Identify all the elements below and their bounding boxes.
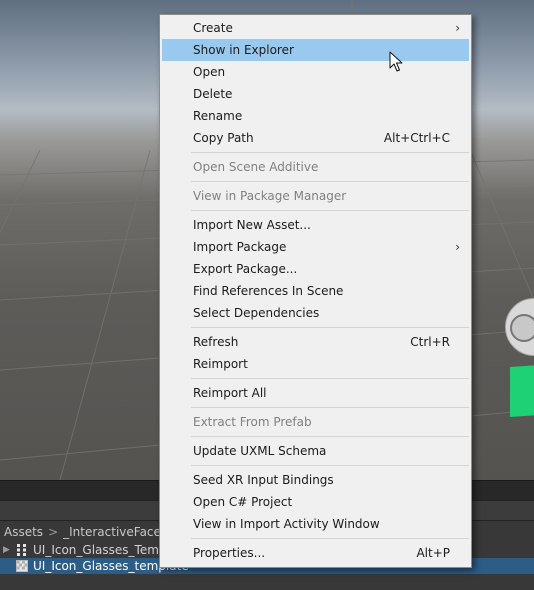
- menu-item-show-in-explorer[interactable]: Show in Explorer: [162, 39, 469, 61]
- chevron-right-icon: ›: [455, 240, 460, 254]
- menu-shortcut: Alt+P: [416, 546, 450, 560]
- menu-item-seed-xr-input-bindings[interactable]: Seed XR Input Bindings: [162, 469, 469, 491]
- menu-item-label: Open Scene Additive: [193, 160, 319, 174]
- project-list-background: [0, 574, 534, 590]
- menu-separator: [191, 407, 469, 408]
- menu-item-label: Update UXML Schema: [193, 444, 327, 458]
- menu-item-import-new-asset[interactable]: Import New Asset...: [162, 214, 469, 236]
- menu-item-label: Seed XR Input Bindings: [193, 473, 334, 487]
- expand-arrow-icon[interactable]: ▶: [3, 542, 10, 558]
- menu-item-extract-from-prefab: Extract From Prefab: [162, 411, 469, 433]
- menu-item-label: Rename: [193, 109, 243, 123]
- menu-item-label: Properties...: [193, 546, 266, 560]
- texture-asset-icon: [16, 560, 28, 572]
- menu-item-label: Open C# Project: [193, 495, 293, 509]
- menu-item-label: View in Package Manager: [193, 189, 347, 203]
- menu-item-select-dependencies[interactable]: Select Dependencies: [162, 302, 469, 324]
- menu-separator: [191, 152, 469, 153]
- menu-item-refresh[interactable]: Refresh Ctrl+R: [162, 331, 469, 353]
- menu-item-open[interactable]: Open: [162, 61, 469, 83]
- context-menu: Create › Show in Explorer Open Delete Re…: [159, 14, 472, 568]
- sprite-asset-icon: [17, 544, 26, 556]
- file-name: UI_Icon_Glasses_Temp: [33, 543, 167, 557]
- gizmo-center-icon[interactable]: [510, 314, 534, 342]
- menu-item-delete[interactable]: Delete: [162, 83, 469, 105]
- menu-item-label: Find References In Scene: [193, 284, 344, 298]
- menu-item-properties[interactable]: Properties... Alt+P: [162, 542, 469, 564]
- menu-shortcut: Alt+Ctrl+C: [383, 131, 450, 145]
- menu-item-label: Copy Path: [193, 131, 254, 145]
- menu-separator: [191, 327, 469, 328]
- breadcrumb-assets[interactable]: Assets: [4, 521, 43, 543]
- green-scene-object[interactable]: [510, 364, 534, 418]
- menu-separator: [191, 210, 469, 211]
- menu-item-open-scene-additive: Open Scene Additive: [162, 156, 469, 178]
- menu-item-find-references-in-scene[interactable]: Find References In Scene: [162, 280, 469, 302]
- menu-separator: [191, 378, 469, 379]
- menu-item-export-package[interactable]: Export Package...: [162, 258, 469, 280]
- chevron-right-icon: >: [48, 525, 59, 539]
- menu-item-view-in-package-manager: View in Package Manager: [162, 185, 469, 207]
- menu-item-rename[interactable]: Rename: [162, 105, 469, 127]
- menu-item-reimport-all[interactable]: Reimport All: [162, 382, 469, 404]
- menu-item-label: Reimport All: [193, 386, 267, 400]
- menu-item-create[interactable]: Create ›: [162, 17, 469, 39]
- menu-item-label: Delete: [193, 87, 233, 101]
- menu-item-label: Refresh: [193, 335, 239, 349]
- menu-separator: [191, 181, 469, 182]
- menu-item-label: Create: [193, 21, 233, 35]
- menu-item-label: Open: [193, 65, 226, 79]
- menu-separator: [191, 465, 469, 466]
- menu-item-label: Show in Explorer: [193, 43, 294, 57]
- menu-item-update-uxml-schema[interactable]: Update UXML Schema: [162, 440, 469, 462]
- menu-item-copy-path[interactable]: Copy Path Alt+Ctrl+C: [162, 127, 469, 149]
- menu-item-label: Reimport: [193, 357, 248, 371]
- menu-item-label: View in Import Activity Window: [193, 517, 380, 531]
- menu-item-open-csharp-project[interactable]: Open C# Project: [162, 491, 469, 513]
- menu-item-label: Select Dependencies: [193, 306, 320, 320]
- menu-item-label: Import Package: [193, 240, 287, 254]
- menu-item-reimport[interactable]: Reimport: [162, 353, 469, 375]
- menu-item-import-package[interactable]: Import Package ›: [162, 236, 469, 258]
- chevron-right-icon: ›: [455, 21, 460, 35]
- menu-item-view-in-import-activity-window[interactable]: View in Import Activity Window: [162, 513, 469, 535]
- breadcrumb-folder[interactable]: _InteractiveFaceF: [63, 521, 168, 543]
- menu-separator: [191, 436, 469, 437]
- menu-separator: [191, 538, 469, 539]
- menu-item-label: Export Package...: [193, 262, 298, 276]
- mouse-pointer-icon: [389, 51, 403, 72]
- menu-item-label: Extract From Prefab: [193, 415, 312, 429]
- menu-shortcut: Ctrl+R: [410, 335, 450, 349]
- menu-item-label: Import New Asset...: [193, 218, 311, 232]
